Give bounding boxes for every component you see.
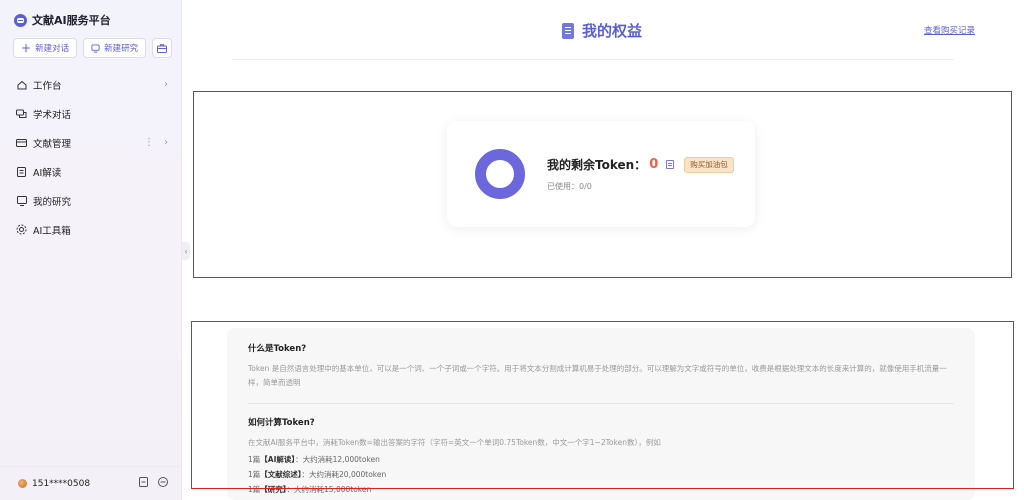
sidebar-item-ai-toolbox[interactable]: AI工具箱: [0, 215, 182, 244]
header-divider: [232, 59, 954, 60]
gear-icon: [16, 224, 27, 235]
token-used: 已使用：0/0: [547, 182, 592, 191]
document-icon[interactable]: [139, 477, 148, 490]
sidebar: 文献AI服务平台 + 新建对话 新建研究 工作台 › 学术对话 文献管理 ⋮ ›: [0, 0, 182, 500]
briefcase-icon: [157, 43, 168, 53]
sidebar-item-ai-reading[interactable]: AI解读: [0, 157, 182, 186]
token-usage-donut: [475, 149, 525, 199]
sidebar-item-label: 文献管理: [33, 138, 72, 150]
token-remaining: 0: [649, 157, 659, 172]
sidebar-item-academic-chat[interactable]: 学术对话: [0, 99, 182, 128]
sidebar-item-label: 学术对话: [33, 109, 72, 121]
home-icon: [16, 79, 27, 90]
user-bar: 151****0508: [0, 466, 182, 500]
token-card: 我的剩余Token： 0 购买加油包 已使用：0/0: [447, 121, 755, 227]
sidebar-actions: + 新建对话 新建研究: [13, 38, 173, 58]
details-icon[interactable]: [666, 160, 675, 169]
more-icon[interactable]: ⋮: [144, 137, 154, 148]
minus-circle-icon[interactable]: [158, 477, 168, 490]
token-title: 我的剩余Token：: [547, 158, 647, 172]
research-icon: [91, 43, 100, 53]
avatar[interactable]: [18, 479, 27, 488]
sidebar-item-my-research[interactable]: 我的研究: [0, 186, 182, 215]
buy-package-button[interactable]: 购买加油包: [684, 156, 734, 173]
sidebar-item-workbench[interactable]: 工作台 ›: [0, 70, 182, 99]
briefcase-button[interactable]: [152, 38, 173, 58]
new-chat-button[interactable]: + 新建对话: [13, 38, 78, 58]
chat-icon: [16, 108, 27, 119]
folder-icon: [16, 137, 27, 148]
chevron-right-icon[interactable]: ›: [164, 137, 168, 148]
sidebar-nav: 工作台 › 学术对话 文献管理 ⋮ › AI解读 我的研究 AI工具箱: [0, 70, 182, 244]
new-research-label: 新建研究: [104, 44, 139, 54]
sidebar-item-label: 我的研究: [33, 196, 72, 208]
page-title: 我的权益: [582, 22, 643, 40]
main-content: 我的权益 查看购买记录 我的剩余Token： 0 购买加油包 已使用：0/0 什…: [182, 0, 1024, 500]
research-icon: [16, 195, 27, 206]
plus-icon: +: [21, 41, 32, 55]
benefits-icon: [562, 22, 574, 39]
sidebar-item-label: AI工具箱: [33, 225, 71, 237]
new-research-button[interactable]: 新建研究: [83, 38, 147, 58]
highlight-box: [191, 321, 1014, 489]
document-icon: [16, 166, 27, 177]
user-name[interactable]: 151****0508: [32, 479, 139, 489]
purchase-records-link[interactable]: 查看购买记录: [924, 24, 975, 36]
new-chat-label: 新建对话: [35, 44, 70, 54]
brand-name: 文献AI服务平台: [32, 14, 111, 27]
sidebar-item-label: 工作台: [33, 80, 62, 92]
sidebar-item-literature[interactable]: 文献管理 ⋮ ›: [0, 128, 182, 157]
brand[interactable]: 文献AI服务平台: [14, 12, 111, 28]
brand-logo-icon: [14, 13, 27, 27]
page-header: 我的权益: [562, 20, 642, 41]
chevron-right-icon[interactable]: ›: [164, 79, 168, 90]
sidebar-item-label: AI解读: [33, 167, 62, 179]
